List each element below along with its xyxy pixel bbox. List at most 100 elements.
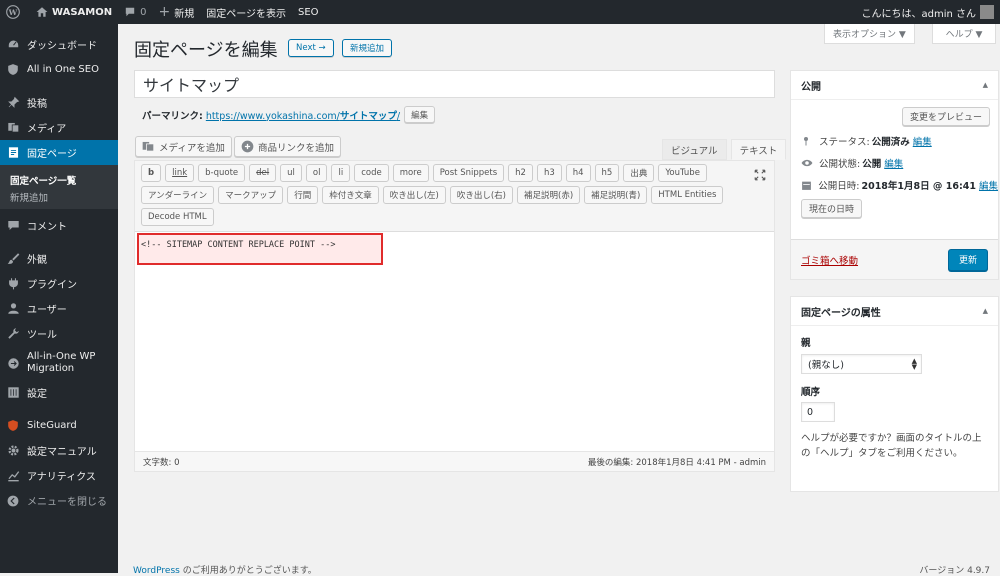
quicktag-blockquote-button[interactable]: b-quote bbox=[198, 164, 246, 182]
quicktag-post-snippets-button[interactable]: Post Snippets bbox=[432, 164, 505, 182]
add-media-button[interactable]: メディアを追加 bbox=[135, 136, 232, 157]
quicktag-underline-button[interactable]: アンダーライン bbox=[141, 186, 215, 204]
parent-select[interactable]: (親なし) ▲ ▼ bbox=[801, 354, 922, 374]
collapse-arrow-icon[interactable]: ▲ bbox=[983, 81, 988, 89]
sidebar-item-migration[interactable]: All-in-One WP Migration bbox=[0, 346, 118, 380]
quicktag-code-button[interactable]: code bbox=[354, 164, 389, 182]
admin-sidebar: ダッシュボード All in One SEO 投稿 メディア 固定ページ 固定ペ… bbox=[0, 24, 118, 573]
sidebar-item-siteguard[interactable]: SiteGuard bbox=[0, 413, 118, 438]
eye-icon bbox=[801, 158, 813, 168]
quicktag-link-button[interactable]: link bbox=[165, 164, 195, 182]
sidebar-item-label: メニューを閉じる bbox=[27, 497, 107, 508]
quicktag-balloon-right-button[interactable]: 吹き出し(右) bbox=[449, 186, 513, 204]
publish-visibility-row: 公開状態: 公開 編集 bbox=[791, 152, 998, 174]
wordpress-link[interactable]: WordPress bbox=[133, 566, 180, 576]
permalink-edit-button[interactable]: 編集 bbox=[404, 106, 436, 123]
quicktag-h2-button[interactable]: h2 bbox=[508, 164, 533, 182]
seo-link[interactable]: SEO bbox=[292, 0, 325, 24]
quicktag-framed-text-button[interactable]: 枠付き文章 bbox=[322, 186, 379, 204]
tab-visual[interactable]: ビジュアル bbox=[662, 139, 727, 160]
sidebar-item-label: SiteGuard bbox=[27, 420, 77, 431]
sidebar-item-all-in-one-seo[interactable]: All in One SEO bbox=[0, 57, 118, 82]
sidebar-item-plugins[interactable]: プラグイン bbox=[0, 271, 118, 296]
quicktag-ol-button[interactable]: ol bbox=[305, 164, 328, 182]
next-button[interactable]: Next → bbox=[288, 39, 334, 57]
view-page-link[interactable]: 固定ページを表示 bbox=[200, 0, 292, 24]
brush-icon bbox=[6, 252, 20, 266]
shield-icon bbox=[6, 63, 20, 77]
help-label: ヘルプ ▼ bbox=[945, 30, 983, 40]
quicktag-markup-button[interactable]: マークアップ bbox=[218, 186, 284, 204]
permalink-link[interactable]: https://www.yokashina.com/サイトマップ/ bbox=[206, 108, 400, 122]
permalink-base: https://www.yokashina.com/ bbox=[205, 110, 340, 122]
add-new-button[interactable]: 新規追加 bbox=[342, 39, 393, 57]
sidebar-item-settings[interactable]: 設定 bbox=[0, 380, 118, 405]
order-input[interactable]: 0 bbox=[801, 402, 835, 422]
collapse-icon bbox=[6, 494, 20, 508]
sidebar-item-comments[interactable]: コメント bbox=[0, 213, 118, 238]
quicktag-balloon-left-button[interactable]: 吹き出し(左) bbox=[382, 186, 446, 204]
help-button[interactable]: ヘルプ ▼ bbox=[932, 24, 996, 44]
sidebar-item-appearance[interactable]: 外観 bbox=[0, 246, 118, 271]
sidebar-item-label: 外観 bbox=[27, 255, 47, 266]
content-textarea[interactable]: <!-- SITEMAP CONTENT REPLACE POINT --> bbox=[135, 232, 774, 452]
quicktag-h5-button[interactable]: h5 bbox=[594, 164, 620, 182]
publish-box-header[interactable]: 公開 ▲ bbox=[791, 71, 998, 100]
quicktag-del-button[interactable]: del bbox=[249, 164, 277, 182]
sidebar-item-analytics[interactable]: アナリティクス bbox=[0, 463, 118, 488]
dashboard-icon bbox=[6, 38, 20, 52]
quicktag-bold-button[interactable]: b bbox=[141, 164, 162, 182]
publish-box-title: 公開 bbox=[801, 81, 821, 93]
quicktag-decode-html-button[interactable]: Decode HTML bbox=[141, 208, 214, 226]
submenu-all-pages[interactable]: 固定ページ一覧 bbox=[0, 171, 118, 188]
product-link-icon bbox=[241, 140, 254, 153]
new-content-link[interactable]: + 新規 bbox=[152, 0, 200, 24]
date-label: 公開日時: bbox=[818, 181, 860, 192]
quicktag-more-button[interactable]: more bbox=[392, 164, 429, 182]
attributes-box-header[interactable]: 固定ページの属性 ▲ bbox=[791, 297, 998, 326]
sidebar-item-settings-manual[interactable]: 設定マニュアル bbox=[0, 438, 118, 463]
collapse-menu-button[interactable]: メニューを閉じる bbox=[0, 488, 118, 513]
my-account[interactable]: こんにちは、admin さん bbox=[861, 5, 1000, 20]
migration-icon bbox=[6, 356, 20, 370]
site-name-link[interactable]: WASAMON bbox=[30, 0, 118, 24]
sidebar-item-dashboard[interactable]: ダッシュボード bbox=[0, 32, 118, 57]
post-title-input[interactable]: サイトマップ bbox=[134, 70, 775, 98]
submenu-add-new[interactable]: 新規追加 bbox=[0, 188, 118, 205]
preview-changes-button[interactable]: 変更をプレビュー bbox=[901, 107, 990, 126]
sidebar-item-media[interactable]: メディア bbox=[0, 115, 118, 140]
quicktag-h4-button[interactable]: h4 bbox=[565, 164, 591, 182]
sidebar-item-tools[interactable]: ツール bbox=[0, 321, 118, 346]
screen-options-button[interactable]: 表示オプション ▼ bbox=[824, 24, 915, 44]
date-edit-link[interactable]: 編集 bbox=[979, 178, 998, 192]
comments-link[interactable]: 0 bbox=[118, 0, 152, 24]
footer-text: のご利用ありがとうございます。 bbox=[179, 566, 317, 576]
plugin-icon bbox=[6, 277, 20, 291]
quicktag-note-red-button[interactable]: 補足説明(赤) bbox=[517, 186, 581, 204]
pin-icon bbox=[801, 135, 813, 147]
visibility-edit-link[interactable]: 編集 bbox=[884, 156, 903, 170]
current-time-button[interactable]: 現在の日時 bbox=[801, 199, 863, 218]
new-label: 新規 bbox=[174, 8, 195, 20]
collapse-arrow-icon[interactable]: ▲ bbox=[983, 307, 988, 315]
quicktag-youtube-button[interactable]: YouTube bbox=[658, 164, 707, 182]
text-editor: b link b-quote del ul ol li code more Po… bbox=[134, 160, 775, 472]
quicktag-ul-button[interactable]: ul bbox=[280, 164, 302, 182]
sidebar-item-posts[interactable]: 投稿 bbox=[0, 90, 118, 115]
tab-text[interactable]: テキスト bbox=[730, 139, 787, 160]
quicktag-li-button[interactable]: li bbox=[331, 164, 351, 182]
wordpress-logo-icon[interactable]: W bbox=[0, 0, 30, 24]
status-edit-link[interactable]: 編集 bbox=[913, 134, 932, 148]
trash-link[interactable]: ゴミ箱へ移動 bbox=[801, 253, 858, 267]
add-product-link-button[interactable]: 商品リンクを追加 bbox=[234, 136, 342, 157]
quicktag-h3-button[interactable]: h3 bbox=[536, 164, 562, 182]
quicktag-html-entities-button[interactable]: HTML Entities bbox=[651, 186, 724, 204]
fullscreen-icon[interactable] bbox=[754, 169, 766, 184]
quicktag-note-blue-button[interactable]: 補足説明(青) bbox=[584, 186, 648, 204]
update-button[interactable]: 更新 bbox=[947, 248, 988, 271]
quicktag-source-button[interactable]: 出典 bbox=[623, 164, 655, 182]
quicktag-line-spacing-button[interactable]: 行間 bbox=[287, 186, 319, 204]
sidebar-item-users[interactable]: ユーザー bbox=[0, 296, 118, 321]
status-label: ステータス: bbox=[819, 137, 870, 148]
sidebar-item-pages[interactable]: 固定ページ bbox=[0, 140, 118, 165]
